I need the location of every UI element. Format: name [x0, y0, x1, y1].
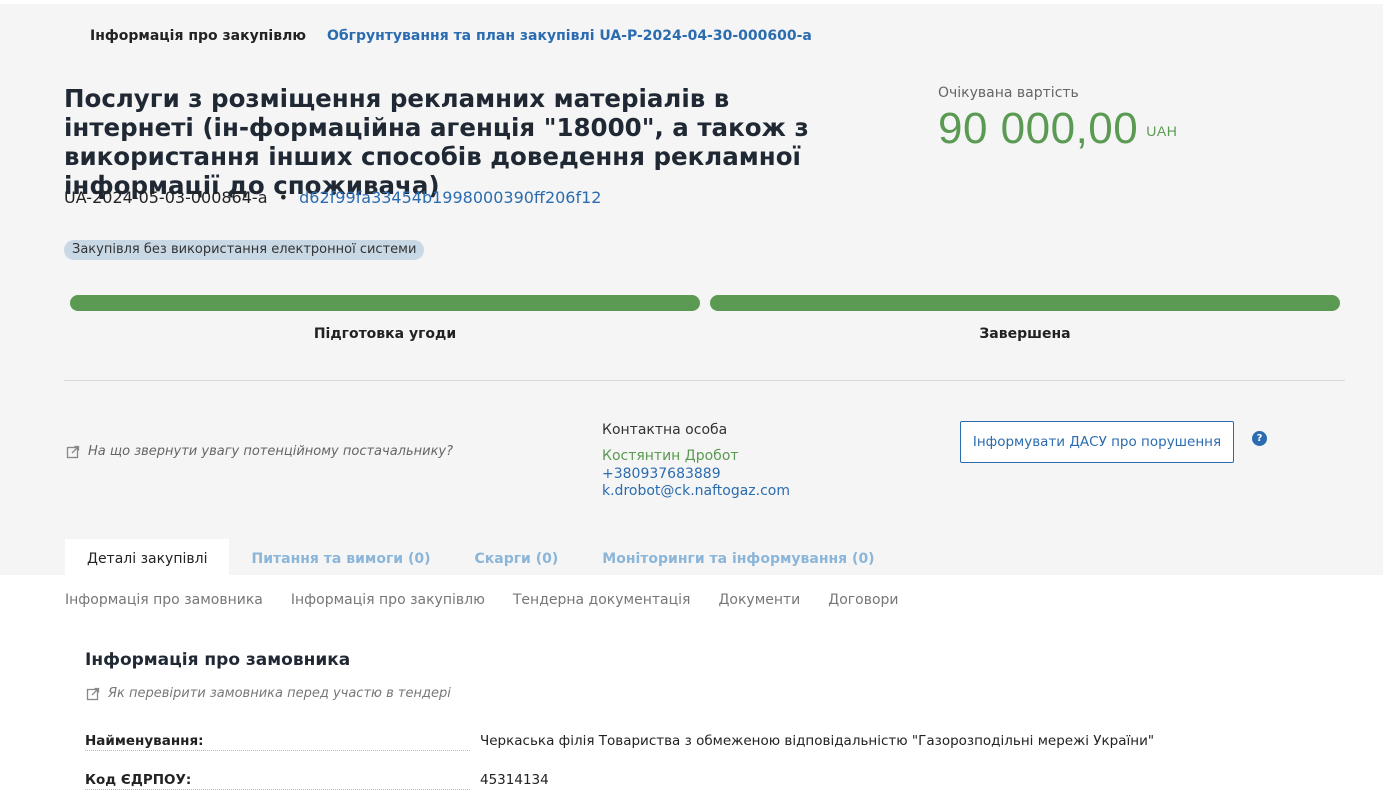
inform-dasu-button[interactable]: Інформувати ДАСУ про порушення — [960, 421, 1234, 463]
price-label: Очікувана вартість — [938, 85, 1079, 101]
header-panel: Інформація про закупівлю Обгрунтування т… — [0, 0, 1385, 579]
nav-tab-plan-link[interactable]: Обгрунтування та план закупівлі UA-P-202… — [327, 28, 812, 44]
supplier-hint-text: На що звернути увагу потенційному постач… — [88, 444, 454, 459]
external-link-icon — [86, 687, 100, 700]
tender-title: Послуги з розміщення рекламних матеріалі… — [64, 84, 809, 200]
subnav-tender-docs[interactable]: Тендерна документація — [513, 592, 691, 608]
tab-questions[interactable]: Питання та вимоги (0) — [229, 539, 452, 579]
tender-ids: UA-2024-05-03-000864-a • d62f99fa33454b1… — [64, 188, 601, 207]
top-nav: Інформація про закупівлю Обгрунтування т… — [90, 28, 812, 44]
subnav-procurement-info[interactable]: Інформація про закупівлю — [291, 592, 485, 608]
progress-bar-stage-1 — [70, 295, 700, 311]
subnav-contracts[interactable]: Договори — [828, 592, 898, 608]
tender-hash-link[interactable]: d62f99fa33454b1998000390ff206f12 — [299, 188, 601, 207]
customer-section-title: Інформація про замовника — [85, 650, 351, 670]
tender-id: UA-2024-05-03-000864-a — [64, 188, 268, 207]
id-separator: • — [278, 188, 289, 207]
customer-name-label: Найменування: — [85, 733, 470, 751]
customer-edrpou-label: Код ЄДРПОУ: — [85, 772, 470, 790]
subnav-customer-info[interactable]: Інформація про замовника — [65, 592, 263, 608]
customer-name-value: Черкаська філія Товариства з обмеженою в… — [480, 733, 1155, 749]
price-value: 90 000,00 UAH — [938, 104, 1177, 154]
contact-email[interactable]: k.drobot@ck.naftogaz.com — [602, 483, 790, 499]
help-icon[interactable]: ? — [1252, 431, 1267, 446]
customer-check-hint-link[interactable]: Як перевірити замовника перед участю в т… — [86, 686, 451, 701]
subnav-documents[interactable]: Документи — [718, 592, 800, 608]
stage-label-2: Завершена — [979, 326, 1071, 342]
customer-check-hint-text: Як перевірити замовника перед участю в т… — [108, 686, 451, 701]
tab-complaints[interactable]: Скарги (0) — [452, 539, 580, 579]
divider — [64, 380, 1345, 381]
section-subnav: Інформація про замовника Інформація про … — [65, 592, 899, 608]
tab-monitoring[interactable]: Моніторинги та інформування (0) — [580, 539, 896, 579]
contact-name: Костянтин Дробот — [602, 448, 739, 464]
status-badge: Закупівля без використання електронної с… — [64, 240, 425, 260]
contact-phone[interactable]: +380937683889 — [602, 466, 721, 482]
stage-label-1: Підготовка угоди — [313, 326, 457, 342]
tab-procurement-details[interactable]: Деталі закупівлі — [65, 539, 230, 579]
detail-tabs: Деталі закупівлі Питання та вимоги (0) С… — [65, 539, 897, 579]
supplier-hint-link[interactable]: На що звернути увагу потенційному постач… — [66, 444, 453, 459]
customer-edrpou-value: 45314134 — [480, 772, 549, 788]
price-amount: 90 000,00 — [938, 104, 1139, 153]
external-link-icon — [66, 445, 80, 458]
contact-label: Контактна особа — [602, 422, 728, 438]
price-currency: UAH — [1146, 123, 1178, 140]
nav-tab-procurement-info[interactable]: Інформація про закупівлю — [90, 28, 306, 44]
progress-bar-stage-2 — [710, 295, 1340, 311]
